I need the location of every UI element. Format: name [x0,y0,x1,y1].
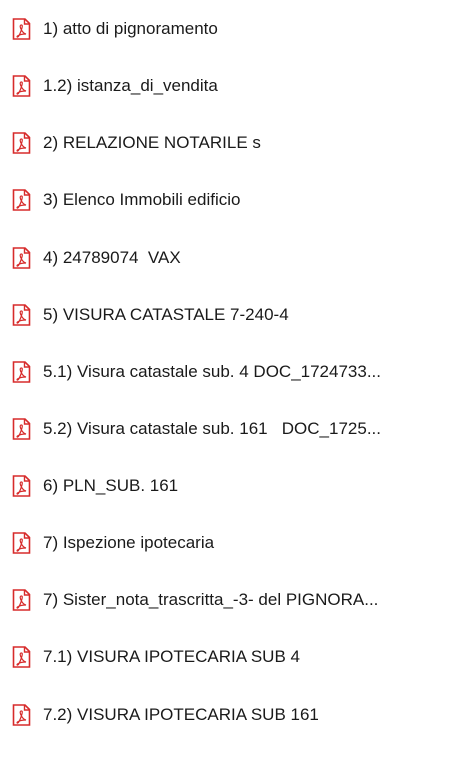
file-item[interactable]: 1) atto di pignoramento [0,11,460,47]
file-item[interactable]: 4) 24789074 VAX [0,240,460,276]
file-name: 7) Ispezione ipotecaria [43,533,215,552]
file-item[interactable]: 3) Elenco Immobili edificio [0,182,460,218]
file-name: 1) atto di pignoramento [43,19,218,38]
file-name: 5) VISURA CATASTALE 7-240-4 [43,305,289,324]
file-item[interactable]: 5) VISURA CATASTALE 7-240-4 [0,297,460,333]
pdf-file-icon [12,589,31,611]
pdf-file-icon [12,418,31,440]
file-name: 7.1) VISURA IPOTECARIA SUB 4 [43,647,300,666]
file-name: 7.2) VISURA IPOTECARIA SUB 161 [43,705,319,724]
file-name: 1.2) istanza_di_vendita [43,76,218,95]
file-name: 3) Elenco Immobili edificio [43,190,241,209]
file-item[interactable]: 5.2) Visura catastale sub. 161 DOC_1725.… [0,411,460,447]
file-name: 5.1) Visura catastale sub. 4 DOC_1724733… [43,362,381,381]
file-name: 6) PLN_SUB. 161 [43,476,179,495]
pdf-file-icon [12,475,31,497]
file-item[interactable]: 5.1) Visura catastale sub. 4 DOC_1724733… [0,354,460,390]
file-name: 7) Sister_nota_trascritta_-3- del PIGNOR… [43,590,379,609]
pdf-file-icon [12,532,31,554]
file-name: 4) 24789074 VAX [43,248,181,267]
pdf-file-icon [12,18,31,40]
file-name: 2) RELAZIONE NOTARILE s [43,133,261,152]
file-item[interactable]: 1.2) istanza_di_vendita [0,68,460,104]
pdf-file-icon [12,304,31,326]
pdf-file-icon [12,189,31,211]
file-item[interactable]: 6) PLN_SUB. 161 [0,468,460,504]
pdf-file-icon [12,75,31,97]
pdf-file-icon [12,361,31,383]
pdf-file-icon [12,247,31,269]
file-item[interactable]: 7.1) VISURA IPOTECARIA SUB 4 [0,639,460,675]
file-item[interactable]: 7.2) VISURA IPOTECARIA SUB 161 [0,697,460,733]
file-item[interactable]: 2) RELAZIONE NOTARILE s [0,125,460,161]
file-item[interactable]: 7) Ispezione ipotecaria [0,525,460,561]
file-name: 5.2) Visura catastale sub. 161 DOC_1725.… [43,419,381,438]
file-item[interactable]: 7) Sister_nota_trascritta_-3- del PIGNOR… [0,582,460,618]
pdf-file-icon [12,132,31,154]
pdf-file-icon [12,646,31,668]
pdf-file-icon [12,704,31,726]
